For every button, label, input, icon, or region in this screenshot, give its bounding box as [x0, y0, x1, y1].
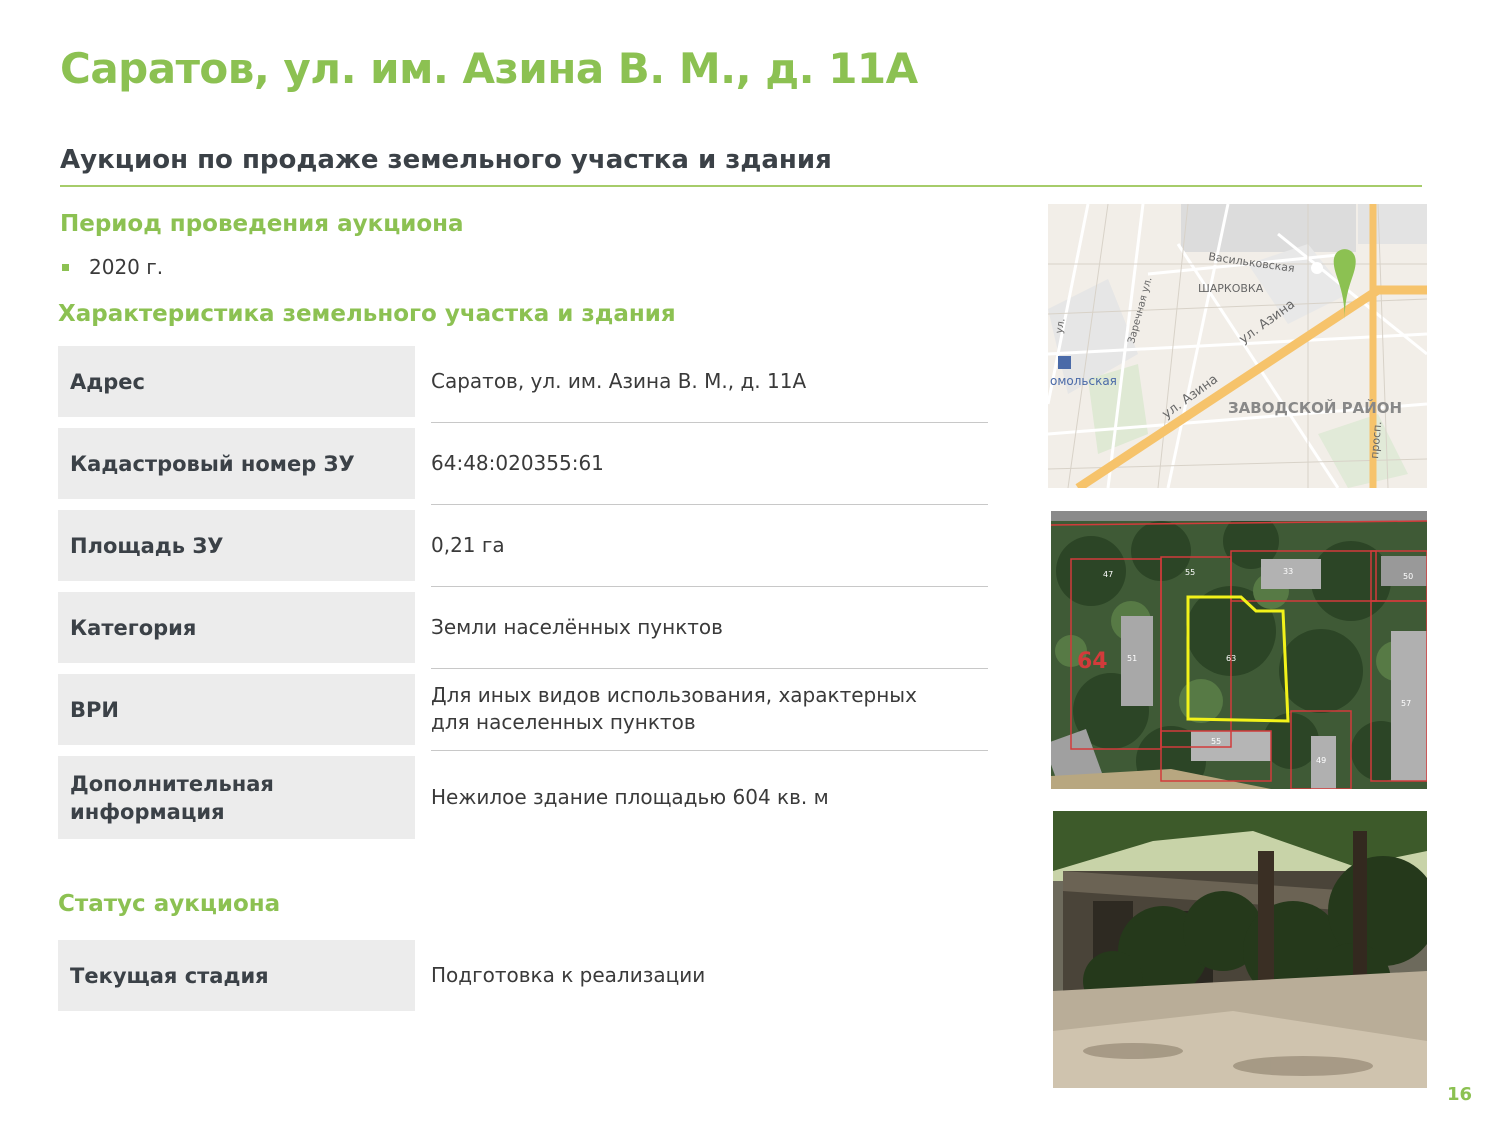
page-subtitle: Аукцион по продаже земельного участка и …: [60, 145, 832, 175]
map-label: ШАРКОВКА: [1198, 282, 1264, 295]
location-map: Васильковская ШАРКОВКА Заречная ул. ул. …: [1048, 204, 1427, 488]
table-row-cadastral: Кадастровый номер ЗУ 64:48:020355:61: [58, 428, 988, 505]
table-row-category: Категория Земли населённых пунктов: [58, 592, 988, 669]
row-label: Дополнительная информация: [58, 756, 415, 839]
map-label: ЗАВОДСКОЙ РАЙОН: [1228, 398, 1402, 417]
plot-label: 49: [1316, 756, 1326, 765]
row-value: Нежилое здание площадью 604 кв. м: [431, 785, 829, 809]
row-value: Саратов, ул. им. Азина В. М., д. 11А: [431, 346, 988, 423]
building-photo: [1053, 811, 1427, 1088]
plot-label: 51: [1127, 654, 1137, 663]
plot-label: 57: [1401, 699, 1411, 708]
status-heading: Статус аукциона: [58, 891, 281, 917]
page-title: Саратов, ул. им. Азина В. М., д. 11А: [60, 44, 918, 93]
row-value: 0,21 га: [431, 510, 988, 587]
row-value: Земли населённых пунктов: [431, 592, 988, 669]
row-label: Адрес: [58, 346, 415, 417]
table-row-additional: Дополнительная информация Нежилое здание…: [58, 756, 988, 839]
metro-icon: [1058, 356, 1071, 369]
table-row-stage: Текущая стадия Подготовка к реализации: [58, 940, 988, 1011]
row-label: Текущая стадия: [58, 940, 415, 1011]
bullet-icon: [62, 263, 69, 271]
row-label: Площадь ЗУ: [58, 510, 415, 581]
table-row-area: Площадь ЗУ 0,21 га: [58, 510, 988, 587]
row-value: Для иных видов использования, характерны…: [431, 674, 988, 751]
period-item: 2020 г.: [60, 255, 163, 279]
plot-label: 50: [1403, 572, 1413, 581]
plot-label: 47: [1103, 570, 1113, 579]
period-heading: Период проведения аукциона: [60, 211, 464, 237]
plot-label: 63: [1226, 654, 1236, 663]
plot-label: 55: [1185, 568, 1195, 577]
row-value: Подготовка к реализации: [431, 963, 706, 987]
map-label: омольская: [1050, 374, 1117, 388]
row-label: ВРИ: [58, 674, 415, 745]
row-label: Категория: [58, 592, 415, 663]
heading-divider: [60, 185, 1422, 187]
table-row-address: Адрес Саратов, ул. им. Азина В. М., д. 1…: [58, 346, 988, 423]
characteristics-heading: Характеристика земельного участка и здан…: [58, 301, 676, 327]
plot-label: 55: [1211, 737, 1221, 746]
table-row-vri: ВРИ Для иных видов использования, характ…: [58, 674, 988, 751]
row-label: Кадастровый номер ЗУ: [58, 428, 415, 499]
cadastral-plan: 64 63 33 55 47 57 55 49 51 50: [1051, 511, 1427, 789]
plot-label: 33: [1283, 567, 1293, 576]
period-item-text: 2020 г.: [89, 255, 164, 279]
cadastral-block-number: 64: [1077, 649, 1108, 674]
row-value: 64:48:020355:61: [431, 428, 988, 505]
page-number: 16: [1446, 1084, 1472, 1105]
